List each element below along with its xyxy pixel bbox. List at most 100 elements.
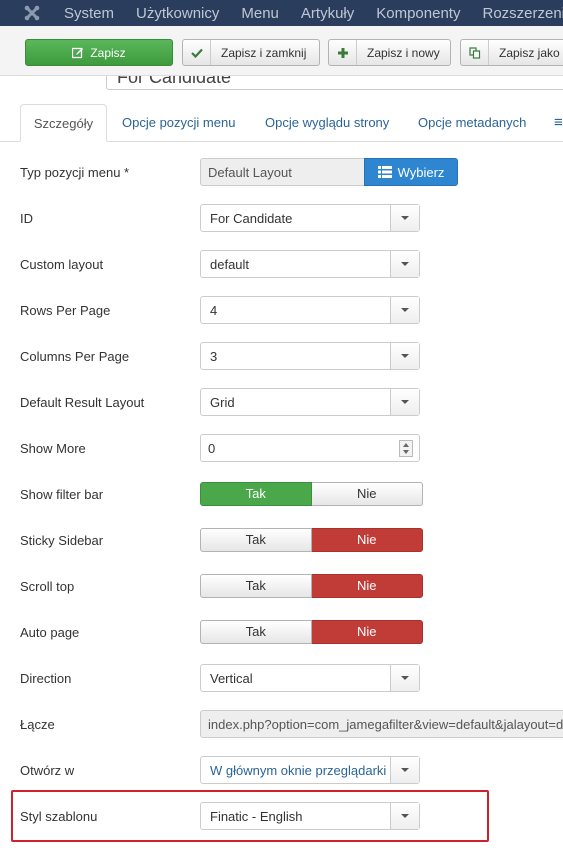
default-result-layout-select[interactable]: Grid	[200, 388, 420, 416]
sticky-sidebar-toggle: Tak Nie	[200, 528, 423, 552]
list-icon	[377, 166, 392, 178]
scroll-top-no[interactable]: Nie	[311, 574, 423, 598]
link-field: index.php?option=com_jamegafilter&view=d…	[200, 710, 563, 738]
title-input[interactable]: For Candidate	[106, 76, 563, 90]
select-menu-type-button[interactable]: Wybierz	[364, 158, 458, 186]
row-rows-per-page: Rows Per Page 4	[0, 296, 563, 326]
menu-articles[interactable]: Artykuły	[301, 5, 354, 22]
direction-value: Vertical	[210, 671, 253, 686]
number-spinner[interactable]	[399, 440, 413, 457]
row-custom-layout: Custom layout default	[0, 250, 563, 280]
chevron-down-icon[interactable]	[390, 205, 419, 231]
show-filter-bar-yes[interactable]: Tak	[200, 482, 312, 506]
top-menu: System Użytkownicy Menu Artykuły Kompone…	[64, 0, 563, 26]
tab-metadata-options[interactable]: Opcje metadanych	[418, 104, 526, 142]
scroll-top-yes[interactable]: Tak	[200, 574, 312, 598]
save-new-button[interactable]: Zapisz i nowy	[328, 39, 451, 66]
id-label: ID	[20, 211, 33, 226]
chevron-down-icon[interactable]	[390, 343, 419, 369]
tab-details[interactable]: Szczegóły	[20, 104, 107, 142]
direction-select[interactable]: Vertical	[200, 664, 420, 692]
row-show-filter-bar: Show filter bar Tak Nie	[0, 482, 563, 512]
columns-per-page-select[interactable]: 3	[200, 342, 420, 370]
default-result-layout-value: Grid	[210, 395, 235, 410]
show-filter-bar-toggle: Tak Nie	[200, 482, 423, 506]
menu-menus[interactable]: Menu	[241, 5, 279, 22]
custom-layout-value: default	[210, 257, 250, 272]
save-copy-label: Zapisz jako	[499, 45, 560, 60]
tab-page-display-options[interactable]: Opcje wyglądu strony	[265, 104, 389, 142]
custom-layout-label: Custom layout	[20, 257, 104, 272]
show-more-label: Show More	[20, 441, 86, 456]
rows-per-page-select[interactable]: 4	[200, 296, 420, 324]
chevron-down-icon[interactable]	[390, 389, 419, 415]
menu-type-value: Default Layout	[208, 165, 292, 180]
menu-type-field: Default Layout	[200, 158, 364, 186]
chevron-down-icon[interactable]	[390, 665, 419, 691]
row-columns-per-page: Columns Per Page 3	[0, 342, 563, 372]
save-label: Zapisz	[90, 45, 126, 60]
top-navbar: System Użytkownicy Menu Artykuły Kompone…	[0, 0, 563, 26]
id-select[interactable]: For Candidate	[200, 204, 420, 232]
scroll-top-label: Scroll top	[20, 579, 75, 594]
select-menu-type-label: Wybierz	[397, 164, 445, 180]
columns-per-page-value: 3	[210, 349, 218, 364]
save-button[interactable]: Zapisz	[25, 39, 173, 66]
tab-menu-item-options[interactable]: Opcje pozycji menu	[122, 104, 235, 142]
plus-icon	[329, 40, 357, 65]
auto-page-label: Auto page	[20, 625, 80, 640]
row-sticky-sidebar: Sticky Sidebar Tak Nie	[0, 528, 563, 558]
title-label: '	[20, 76, 24, 87]
auto-page-no[interactable]: Nie	[311, 620, 423, 644]
direction-label: Direction	[20, 671, 72, 686]
row-id: ID For Candidate	[0, 204, 563, 234]
toolbar: Zapisz Zapisz i zamknij Zapisz i nowy Za…	[0, 26, 563, 76]
save-close-button[interactable]: Zapisz i zamknij	[182, 39, 320, 66]
columns-per-page-label: Columns Per Page	[20, 349, 130, 364]
auto-page-toggle: Tak Nie	[200, 620, 423, 644]
menu-system[interactable]: System	[64, 5, 114, 22]
rows-per-page-value: 4	[210, 303, 218, 318]
row-scroll-top: Scroll top Tak Nie	[0, 574, 563, 604]
row-menu-type: Typ pozycji menu * Default Layout Wybier…	[0, 158, 563, 188]
open-in-label: Otwórz w	[20, 763, 75, 778]
row-link: Łącze index.php?option=com_jamegafilter&…	[0, 710, 563, 740]
menu-type-label: Typ pozycji menu *	[20, 165, 130, 180]
joomla-logo-icon[interactable]	[22, 3, 42, 23]
open-in-select[interactable]: W głównym oknie przeglądarki	[200, 756, 420, 784]
tab-more-icon[interactable]: ≡	[554, 104, 563, 142]
menu-components[interactable]: Komponenty	[376, 5, 460, 22]
highlight-box	[11, 790, 489, 842]
rows-per-page-label: Rows Per Page	[20, 303, 111, 318]
chevron-down-icon[interactable]	[390, 757, 419, 783]
row-direction: Direction Vertical	[0, 664, 563, 694]
id-value: For Candidate	[210, 211, 293, 226]
tab-bar: Szczegóły Opcje pozycji menu Opcje wyglą…	[0, 104, 563, 142]
edit-icon	[72, 40, 84, 65]
chevron-down-icon[interactable]	[390, 297, 419, 323]
menu-extensions[interactable]: Rozszerzenia	[482, 5, 563, 22]
sticky-sidebar-no[interactable]: Nie	[311, 528, 423, 552]
scroll-top-toggle: Tak Nie	[200, 574, 423, 598]
title-row: ' For Candidate	[0, 76, 563, 92]
chevron-down-icon[interactable]	[390, 251, 419, 277]
row-show-more: Show More 0	[0, 434, 563, 464]
link-value: index.php?option=com_jamegafilter&view=d…	[208, 717, 563, 732]
default-result-layout-label: Default Result Layout	[20, 395, 145, 410]
menu-users[interactable]: Użytkownicy	[136, 5, 219, 22]
sticky-sidebar-yes[interactable]: Tak	[200, 528, 312, 552]
row-default-result-layout: Default Result Layout Grid	[0, 388, 563, 418]
auto-page-yes[interactable]: Tak	[200, 620, 312, 644]
open-in-value: W głównym oknie przeglądarki	[210, 763, 387, 778]
show-more-input[interactable]: 0	[200, 434, 420, 462]
show-filter-bar-no[interactable]: Nie	[311, 482, 423, 506]
check-icon	[183, 40, 211, 65]
show-more-value: 0	[208, 441, 216, 456]
row-open-in: Otwórz w W głównym oknie przeglądarki	[0, 756, 563, 786]
row-auto-page: Auto page Tak Nie	[0, 620, 563, 650]
link-label: Łącze	[20, 717, 55, 732]
save-copy-button[interactable]: Zapisz jako	[460, 39, 563, 66]
copy-icon	[461, 40, 489, 65]
custom-layout-select[interactable]: default	[200, 250, 420, 278]
show-filter-bar-label: Show filter bar	[20, 487, 104, 502]
